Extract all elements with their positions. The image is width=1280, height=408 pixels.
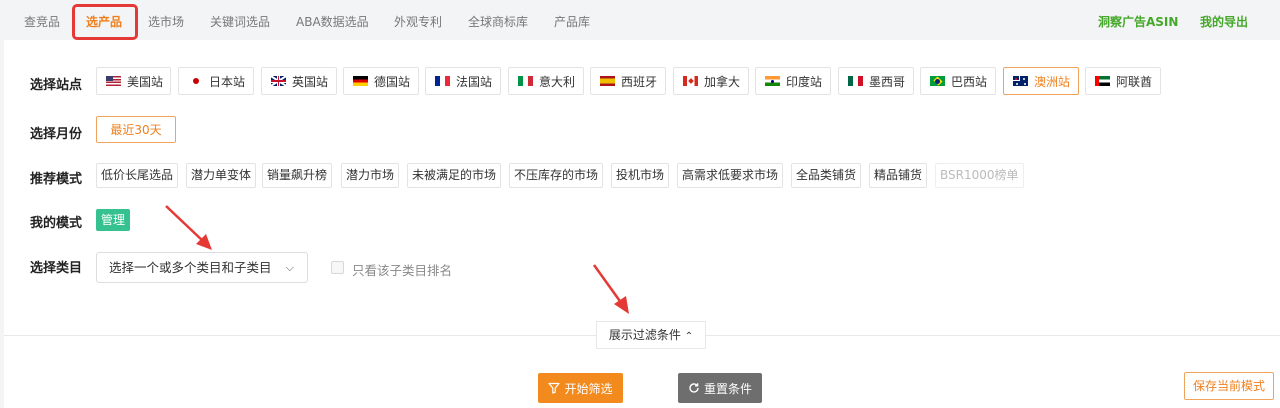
site-label-text: 巴西站	[951, 74, 988, 89]
mode-potential-market[interactable]: 潜力市场	[341, 163, 400, 188]
category-placeholder: 选择一个或多个类目和子类目	[109, 260, 272, 275]
mode-label: 推荐模式	[30, 172, 83, 187]
us-flag-icon	[106, 76, 121, 86]
site-label-text: 日本站	[209, 74, 246, 89]
reset-button[interactable]: 重置条件	[678, 373, 762, 403]
toggle-filters-button[interactable]: 展示过滤条件 ⌃	[596, 321, 706, 349]
mx-flag-icon	[848, 76, 863, 86]
subcategory-only-label: 只看该子类目排名	[352, 263, 453, 278]
site-ca[interactable]: 加拿大	[673, 67, 749, 95]
ca-flag-icon	[683, 76, 698, 86]
site-uk[interactable]: 英国站	[261, 67, 337, 95]
site-label-text: 加拿大	[704, 74, 741, 89]
nav-item-competitor[interactable]: 查竞品	[24, 0, 60, 40]
chevron-down-icon: ⌵	[285, 261, 294, 274]
site-fr[interactable]: 法国站	[425, 67, 501, 95]
category-label: 选择类目	[30, 261, 83, 276]
es-flag-icon	[600, 76, 615, 86]
nav-item-product-library[interactable]: 产品库	[554, 0, 590, 40]
jp-flag-icon	[188, 76, 203, 86]
mode-high-demand-low-requirement[interactable]: 高需求低要求市场	[677, 163, 784, 188]
site-es[interactable]: 西班牙	[590, 67, 666, 95]
nav-link-my-exports[interactable]: 我的导出	[1200, 0, 1248, 40]
site-label-text: 阿联酋	[1116, 74, 1153, 89]
site-label-text: 西班牙	[621, 74, 658, 89]
subcategory-only-checkbox[interactable]	[331, 261, 344, 274]
mode-unmet-market[interactable]: 未被满足的市场	[407, 163, 502, 188]
site-label-text: 意大利	[539, 74, 576, 89]
chevron-up-icon: ⌃	[684, 331, 694, 342]
manage-button[interactable]: 管理	[96, 209, 130, 231]
nav-item-trademark[interactable]: 全球商标库	[468, 0, 528, 40]
active-tab-highlight	[72, 4, 138, 40]
au-flag-icon	[1013, 76, 1028, 86]
month-option-last-30-days[interactable]: 最近30天	[96, 116, 176, 143]
nav-item-market[interactable]: 选市场	[148, 0, 184, 40]
site-label-text: 澳洲站	[1034, 74, 1071, 89]
mode-bsr1000[interactable]: BSR1000榜单	[935, 163, 1024, 188]
site-label-text: 美国站	[127, 74, 164, 89]
month-label: 选择月份	[30, 127, 83, 142]
mode-sales-surge[interactable]: 销量飙升榜	[262, 163, 333, 188]
site-ae[interactable]: 阿联酋	[1085, 67, 1161, 95]
nav-item-aba[interactable]: ABA数据选品	[296, 0, 369, 40]
nav-item-keyword[interactable]: 关键词选品	[210, 0, 270, 40]
nav-item-patent[interactable]: 外观专利	[394, 0, 442, 40]
site-br[interactable]: 巴西站	[920, 67, 996, 95]
filter-icon	[548, 382, 561, 394]
it-flag-icon	[518, 76, 533, 86]
site-label-text: 法国站	[456, 74, 493, 89]
uk-flag-icon	[271, 76, 286, 86]
refresh-icon	[689, 383, 699, 393]
mode-potential-single-variant[interactable]: 潜力单变体	[186, 163, 257, 188]
nav-link-ad-insight[interactable]: 洞察广告ASIN	[1098, 0, 1178, 40]
reset-label: 重置条件	[703, 381, 752, 396]
site-jp[interactable]: 日本站	[178, 67, 254, 95]
site-it[interactable]: 意大利	[508, 67, 584, 95]
category-select[interactable]: 选择一个或多个类目和子类目 ⌵	[96, 252, 308, 283]
site-mx[interactable]: 墨西哥	[838, 67, 914, 95]
save-mode-button[interactable]: 保存当前模式	[1184, 372, 1274, 400]
site-us[interactable]: 美国站	[96, 67, 171, 95]
my-mode-label: 我的模式	[30, 216, 83, 231]
site-label-text: 印度站	[786, 74, 823, 89]
mode-speculative-market[interactable]: 投机市场	[611, 163, 670, 188]
ae-flag-icon	[1095, 76, 1110, 86]
site-in[interactable]: 印度站	[755, 67, 831, 95]
site-de[interactable]: 德国站	[343, 67, 419, 95]
top-nav: 查竞品 选产品 选市场 关键词选品 ABA数据选品 外观专利 全球商标库 产品库…	[0, 0, 1280, 40]
mode-no-inventory-market[interactable]: 不压库存的市场	[509, 163, 604, 188]
in-flag-icon	[765, 76, 780, 86]
mode-low-price-long-tail[interactable]: 低价长尾选品	[96, 163, 179, 188]
fr-flag-icon	[435, 76, 450, 86]
toggle-filters-label: 展示过滤条件	[608, 328, 681, 342]
mode-boutique[interactable]: 精品铺货	[869, 163, 928, 188]
site-label-text: 墨西哥	[869, 74, 906, 89]
start-filter-label: 开始筛选	[564, 381, 613, 396]
de-flag-icon	[353, 76, 368, 86]
start-filter-button[interactable]: 开始筛选	[538, 373, 623, 403]
site-au[interactable]: 澳洲站	[1003, 67, 1079, 95]
mode-full-category[interactable]: 全品类铺货	[791, 163, 862, 188]
site-label-text: 德国站	[374, 74, 411, 89]
br-flag-icon	[930, 76, 945, 86]
site-label-text: 英国站	[292, 74, 329, 89]
site-label: 选择站点	[30, 78, 83, 93]
filter-panel: 选择站点 美国站 日本站 英国站 德国站 法国站 意大利 西班牙 加拿大 印度站…	[4, 40, 1280, 408]
